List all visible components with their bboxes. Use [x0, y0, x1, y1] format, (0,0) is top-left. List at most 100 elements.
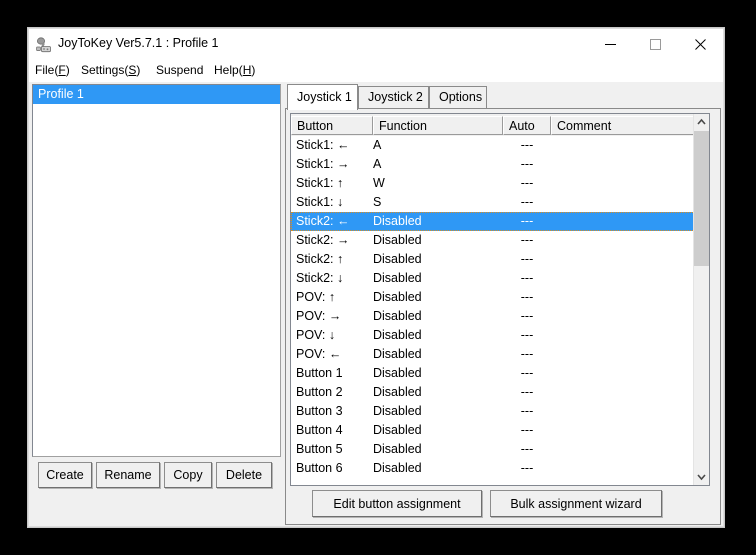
grid-row[interactable]: Stick2: ↓ Disabled ---	[291, 269, 695, 288]
tab-joystick-2[interactable]: Joystick 2	[358, 86, 429, 108]
cell-function: Disabled	[373, 366, 422, 380]
cell-button: POV: ↑	[296, 290, 336, 304]
cell-button: Stick1: →	[296, 157, 350, 171]
grid-row[interactable]: Button 1 Disabled ---	[291, 364, 695, 383]
cell-function: Disabled	[373, 290, 422, 304]
grid-row[interactable]: POV: → Disabled ---	[291, 307, 695, 326]
title-bar: JoyToKey Ver5.7.1 : Profile 1	[29, 29, 723, 60]
profile-list[interactable]: Profile 1	[32, 84, 281, 457]
chevron-down-icon[interactable]	[694, 468, 709, 485]
grid-row[interactable]: Button 2 Disabled ---	[291, 383, 695, 402]
menu-item-help-h[interactable]: Help(H)	[214, 63, 255, 77]
cell-button: Button 5	[296, 442, 343, 456]
cell-button: Button 3	[296, 404, 343, 418]
rename-button[interactable]: Rename	[96, 462, 160, 488]
grid-row[interactable]: Stick1: ↑ W ---	[291, 174, 695, 193]
profile-list-item[interactable]: Profile 1	[33, 85, 280, 104]
grid-row[interactable]: POV: ↓ Disabled ---	[291, 326, 695, 345]
cell-auto: ---	[520, 309, 534, 323]
edit-button-assignment-button[interactable]: Edit button assignment	[312, 490, 482, 517]
grid-row[interactable]: Button 4 Disabled ---	[291, 421, 695, 440]
menu-item-suspend[interactable]: Suspend	[156, 63, 203, 77]
scrollbar-thumb[interactable]	[694, 131, 709, 266]
grid-row[interactable]: Button 5 Disabled ---	[291, 440, 695, 459]
cell-auto: ---	[520, 176, 534, 190]
cell-function: W	[373, 176, 385, 190]
grid-column-header-comment[interactable]: Comment	[551, 116, 695, 135]
cell-function: Disabled	[373, 461, 422, 475]
cell-auto: ---	[520, 442, 534, 456]
profile-panel: Profile 1 Create Rename Copy Delete	[32, 84, 283, 525]
bulk-assignment-wizard-button[interactable]: Bulk assignment wizard	[490, 490, 662, 517]
grid-row[interactable]: Stick1: ↓ S ---	[291, 193, 695, 212]
cell-button: Stick2: ↓	[296, 271, 344, 285]
grid-row[interactable]: Stick1: → A ---	[291, 155, 695, 174]
cell-auto: ---	[520, 138, 534, 152]
cell-auto: ---	[520, 423, 534, 437]
cell-function: Disabled	[373, 442, 422, 456]
cell-auto: ---	[520, 347, 534, 361]
cell-auto: ---	[520, 252, 534, 266]
tab-strip: Joystick 1 Joystick 2 Options	[285, 84, 721, 110]
cell-auto: ---	[520, 271, 534, 285]
cell-function: Disabled	[373, 423, 422, 437]
cell-auto: ---	[520, 461, 534, 475]
grid-row[interactable]: Stick2: ← Disabled ---	[291, 212, 695, 231]
create-button[interactable]: Create	[38, 462, 92, 488]
joystick-panel: Joystick 1 Joystick 2 Options Button Functi…	[285, 84, 721, 525]
cell-button: POV: ↓	[296, 328, 336, 342]
cell-auto: ---	[520, 404, 534, 418]
grid-action-bar: Edit button assignment Bulk assignment wi…	[290, 490, 710, 520]
menu-item-file-f[interactable]: File(F)	[35, 63, 70, 77]
copy-button[interactable]: Copy	[164, 462, 212, 488]
profile-button-bar: Create Rename Copy Delete	[32, 462, 281, 490]
vertical-scrollbar[interactable]	[693, 114, 709, 485]
tab-joystick-1[interactable]: Joystick 1	[287, 84, 358, 110]
cell-auto: ---	[520, 385, 534, 399]
cell-function: A	[373, 138, 382, 152]
grid-row[interactable]: Button 6 Disabled ---	[291, 459, 695, 478]
cell-function: Disabled	[373, 404, 422, 418]
joystick-icon	[35, 36, 53, 54]
chevron-up-icon[interactable]	[694, 114, 709, 131]
grid-row-container: Stick1: ← A --- Stick1: → A --- Stick1: ↑ W --- S…	[291, 136, 695, 478]
cell-function: Disabled	[373, 347, 422, 361]
grid-row[interactable]: Stick2: ↑ Disabled ---	[291, 250, 695, 269]
close-icon[interactable]	[678, 29, 723, 60]
app-window: JoyToKey Ver5.7.1 : Profile 1 File(F) Set…	[28, 28, 724, 527]
cell-button: Stick1: ↓	[296, 195, 344, 209]
cell-auto: ---	[520, 366, 534, 380]
cell-auto: ---	[520, 214, 534, 228]
grid-row[interactable]: Stick1: ← A ---	[291, 136, 695, 155]
maximize-icon[interactable]	[633, 29, 678, 60]
cell-function: Disabled	[373, 214, 422, 228]
cell-auto: ---	[520, 328, 534, 342]
tab-options[interactable]: Options	[429, 86, 487, 108]
cell-function: A	[373, 157, 382, 171]
assignment-grid[interactable]: Button Function Auto Comment Stick1: ← A --- S…	[290, 113, 710, 486]
delete-button[interactable]: Delete	[216, 462, 272, 488]
grid-row[interactable]: POV: ← Disabled ---	[291, 345, 695, 364]
grid-column-header-function[interactable]: Function	[373, 116, 503, 135]
grid-column-header-button[interactable]: Button	[291, 116, 373, 135]
cell-button: Stick2: →	[296, 233, 350, 247]
cell-button: Stick1: ←	[296, 138, 350, 152]
cell-auto: ---	[520, 290, 534, 304]
cell-function: Disabled	[373, 385, 422, 399]
tab-body: Button Function Auto Comment Stick1: ← A --- S…	[285, 108, 721, 525]
cell-button: Stick2: ↑	[296, 252, 344, 266]
minimize-icon[interactable]	[588, 29, 633, 60]
cell-function: Disabled	[373, 328, 422, 342]
grid-header-row: Button Function Auto Comment	[291, 114, 709, 136]
cell-auto: ---	[520, 157, 534, 171]
grid-row[interactable]: Button 3 Disabled ---	[291, 402, 695, 421]
grid-row[interactable]: POV: ↑ Disabled ---	[291, 288, 695, 307]
cell-function: Disabled	[373, 252, 422, 266]
menu-item-settings-s[interactable]: Settings(S)	[81, 63, 140, 77]
cell-function: Disabled	[373, 233, 422, 247]
cell-function: Disabled	[373, 309, 422, 323]
window-title: JoyToKey Ver5.7.1 : Profile 1	[58, 36, 219, 50]
grid-column-header-auto[interactable]: Auto	[503, 116, 551, 135]
cell-auto: ---	[520, 233, 534, 247]
grid-row[interactable]: Stick2: → Disabled ---	[291, 231, 695, 250]
